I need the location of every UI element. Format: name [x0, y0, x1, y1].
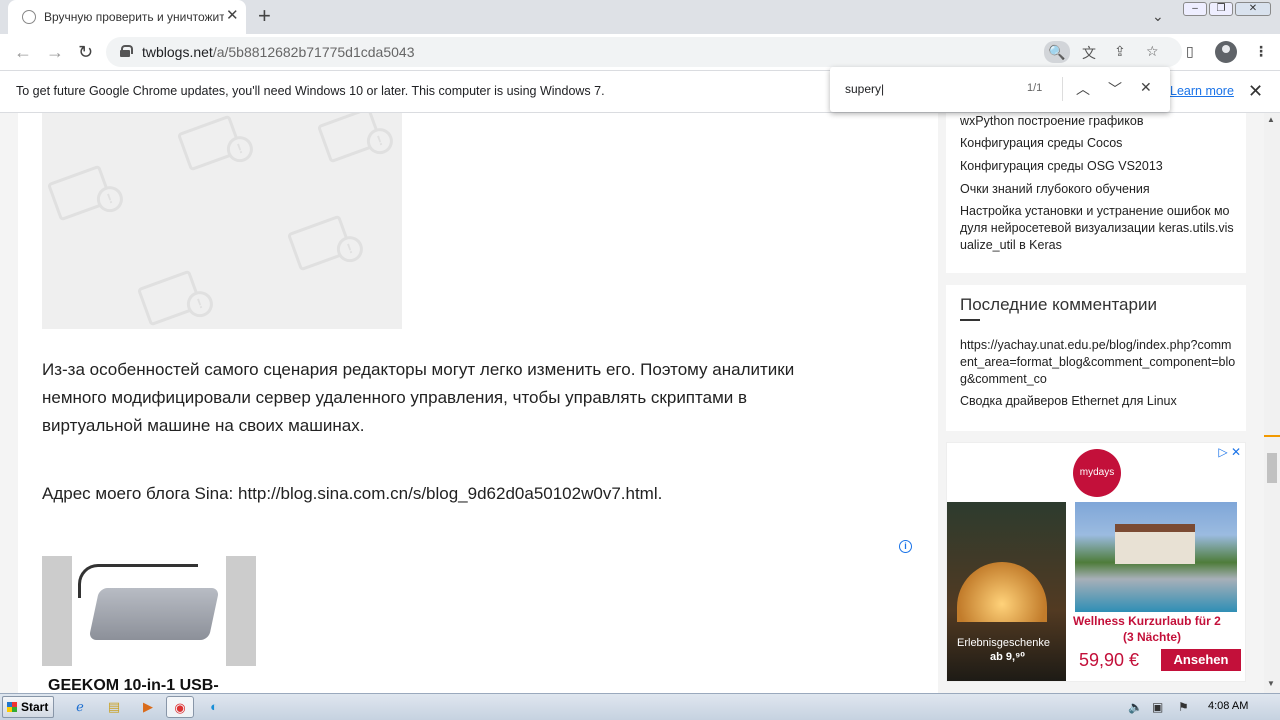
side-panel-icon[interactable]: ▯: [1186, 43, 1194, 60]
profile-avatar-icon[interactable]: [1215, 41, 1237, 63]
infobar-message: To get future Google Chrome updates, you…: [16, 84, 605, 98]
display-ad[interactable]: ▷ ✕ mydays Erlebnisgeschenke ab 9,⁹⁰ Wel…: [946, 442, 1246, 682]
tab-close-icon[interactable]: ✕: [226, 8, 239, 24]
explorer-taskbar-icon[interactable]: ▤: [100, 696, 128, 718]
tab-strip: Вручную проверить и уничтожить ✕ + ⌄ – ❐…: [0, 0, 1280, 34]
find-input[interactable]: supery|: [845, 82, 884, 96]
url-text[interactable]: twblogs.net/a/5b8812682b71775d1cda5043: [142, 44, 414, 60]
media-player-taskbar-icon[interactable]: ▶: [134, 696, 162, 718]
find-previous-icon[interactable]: ︿: [1076, 79, 1090, 99]
new-tab-button[interactable]: +: [258, 4, 271, 28]
restore-button[interactable]: ❐: [1209, 2, 1233, 16]
broken-image-icon: [316, 113, 384, 164]
broken-image-icon: [286, 214, 354, 272]
menu-kebab-icon[interactable]: ⋮: [1254, 43, 1268, 60]
recent-comments-heading: Последние комментарии: [960, 295, 1157, 314]
broken-image-icon: [46, 164, 114, 222]
article-body: Из-за особенностей самого сценария редак…: [18, 113, 938, 693]
heading-underline: [960, 319, 980, 321]
back-arrow-icon[interactable]: ←: [14, 42, 32, 62]
edge-taskbar-icon[interactable]: ◐: [200, 696, 228, 718]
translate-icon[interactable]: 文: [1082, 43, 1096, 63]
image-placeholder: [42, 113, 402, 329]
ad-title: Wellness Kurzurlaub für 2: [1073, 614, 1221, 628]
broken-image-icon: [136, 269, 204, 327]
ad-cta-button[interactable]: Ansehen: [1161, 649, 1241, 671]
find-divider: [1062, 77, 1063, 101]
related-link[interactable]: Настройка установки и устранение ошибок …: [960, 203, 1236, 254]
minimize-button[interactable]: –: [1183, 2, 1207, 16]
network-icon[interactable]: ▣: [1152, 700, 1163, 714]
reload-icon[interactable]: ↻: [78, 42, 93, 62]
find-close-icon[interactable]: ✕: [1140, 79, 1152, 96]
related-link[interactable]: Конфигурация среды OSG VS2013: [960, 158, 1236, 175]
bookmark-star-icon[interactable]: ☆: [1146, 43, 1159, 60]
find-match-marker: [1264, 435, 1280, 437]
web-page: Из-за особенностей самого сценария редак…: [0, 113, 1264, 693]
ad-brand-logo: mydays: [1073, 449, 1121, 497]
product-ad-image[interactable]: [42, 556, 256, 666]
chrome-taskbar-icon[interactable]: ◉: [166, 696, 194, 718]
volume-icon[interactable]: 🔈: [1128, 700, 1143, 714]
related-link[interactable]: Конфигурация среды Cocos: [960, 135, 1236, 152]
broken-image-icon: [176, 114, 244, 172]
ad-info-icon[interactable]: i: [899, 540, 912, 553]
ad-price: 59,90 €: [1079, 650, 1140, 670]
ad-left-caption: Erlebnisgeschenke: [957, 637, 1050, 649]
scroll-thumb[interactable]: [1267, 453, 1277, 483]
address-bar[interactable]: twblogs.net/a/5b8812682b71775d1cda5043 🔍…: [106, 37, 1182, 67]
ie-taskbar-icon[interactable]: ℯ: [66, 696, 94, 718]
windows-taskbar: Start ℯ ▤ ▶ ◉ ◐ 🔈 ▣ ⚑ 4:08 AM: [0, 693, 1280, 720]
find-bar: supery| 1/1 ︿ ﹀ ✕: [830, 67, 1170, 112]
window-close-button[interactable]: ✕: [1235, 2, 1271, 16]
lock-icon[interactable]: [120, 45, 133, 57]
comment-link[interactable]: https://yachay.unat.edu.pe/blog/index.ph…: [960, 337, 1236, 388]
ad-image-dome: Erlebnisgeschenke ab 9,⁹⁰: [947, 502, 1066, 681]
tab-title: Вручную проверить и уничтожить: [44, 10, 224, 24]
find-next-icon[interactable]: ﹀: [1108, 79, 1122, 99]
usb-hub-graphic: [88, 588, 220, 640]
infobar-close-icon[interactable]: ✕: [1248, 81, 1263, 102]
ad-subtitle: (3 Nächte): [1123, 630, 1182, 644]
ad-image-hotel: [1075, 502, 1237, 612]
related-link[interactable]: wxPython построение графиков: [960, 113, 1236, 130]
recent-comments-card: Последние комментарии https://yachay.una…: [946, 285, 1246, 431]
ad-left-price: ab 9,⁹⁰: [990, 651, 1026, 663]
find-in-page-icon[interactable]: 🔍: [1044, 41, 1070, 63]
related-link[interactable]: Очки знаний глубокого обучения: [960, 181, 1236, 198]
share-icon[interactable]: ⇪: [1114, 43, 1126, 60]
start-button[interactable]: Start: [2, 696, 54, 718]
clock[interactable]: 4:08 AM: [1208, 700, 1248, 712]
learn-more-link[interactable]: Learn more: [1170, 84, 1234, 98]
forward-arrow-icon[interactable]: →: [46, 42, 64, 62]
browser-toolbar: ← → ↻ twblogs.net/a/5b8812682b71775d1cda…: [0, 34, 1280, 70]
scroll-up-arrow-icon[interactable]: ▲: [1267, 115, 1275, 124]
hotel-graphic: [1115, 524, 1195, 564]
tab-search-chevron-icon[interactable]: ⌄: [1152, 8, 1164, 25]
comment-link[interactable]: Сводка драйверов Ethernet для Linux: [960, 393, 1236, 410]
browser-tab[interactable]: Вручную проверить и уничтожить ✕: [8, 0, 246, 34]
ad-choices-icon[interactable]: ▷ ✕: [1218, 445, 1241, 459]
find-count: 1/1: [1027, 82, 1043, 94]
product-ad-title[interactable]: GEEKOM 10-in-1 USB-: [48, 677, 219, 693]
article-paragraph: Из-за особенностей самого сценария редак…: [42, 360, 795, 435]
vertical-scrollbar[interactable]: ▲ ▼: [1264, 113, 1280, 693]
blog-address-paragraph: Адрес моего блога Sina: http://blog.sina…: [42, 484, 663, 503]
action-center-flag-icon[interactable]: ⚑: [1178, 700, 1189, 714]
glowing-dome-graphic: [957, 562, 1047, 622]
page-favicon-icon: [22, 10, 36, 24]
related-posts-card: wxPython построение графиков Конфигураци…: [946, 113, 1246, 273]
scroll-down-arrow-icon[interactable]: ▼: [1267, 679, 1275, 688]
